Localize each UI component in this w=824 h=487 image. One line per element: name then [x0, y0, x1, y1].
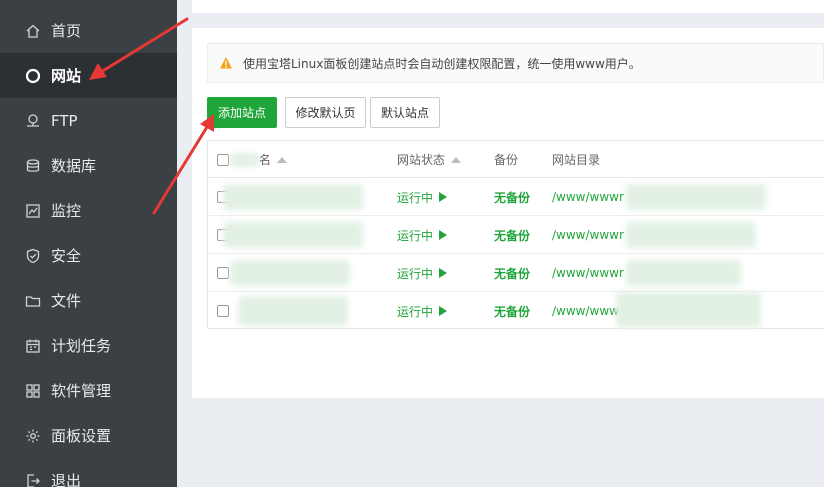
- sites-table: 名 网站状态 备份 网站目录 运行中 无备份 /www/wwwr 运行中 无备份…: [207, 140, 824, 329]
- shield-icon: [24, 247, 42, 265]
- folder-icon: [24, 292, 42, 310]
- sidebar: 首页 网站 FTP 数据库 监控 安全 文件 计划任务 软件管理 面板设置 退出: [0, 0, 177, 487]
- play-icon: [439, 230, 448, 240]
- database-icon: [24, 157, 42, 175]
- sidebar-item-security[interactable]: 安全: [0, 233, 177, 278]
- backup-link[interactable]: 无备份: [494, 292, 530, 330]
- column-name[interactable]: 名: [259, 141, 288, 178]
- sidebar-item-software[interactable]: 软件管理: [0, 368, 177, 413]
- logout-icon: [24, 472, 42, 487]
- sidebar-item-website[interactable]: 网站: [0, 53, 177, 98]
- monitor-icon: [24, 202, 42, 220]
- backup-link[interactable]: 无备份: [494, 216, 530, 254]
- table-header: 名 网站状态 备份 网站目录: [208, 141, 824, 178]
- sort-asc-icon: [277, 156, 288, 163]
- notice-bar: 使用宝塔Linux面板创建站点时会自动创建权限配置，统一使用www用户。: [207, 43, 824, 83]
- apps-icon: [24, 382, 42, 400]
- notice-text: 使用宝塔Linux面板创建站点时会自动创建权限配置，统一使用www用户。: [243, 56, 641, 71]
- sidebar-item-database[interactable]: 数据库: [0, 143, 177, 188]
- sidebar-item-label: 计划任务: [51, 337, 112, 355]
- add-site-button[interactable]: 添加站点: [207, 97, 277, 128]
- select-all-checkbox[interactable]: [217, 141, 229, 178]
- sidebar-item-home[interactable]: 首页: [0, 8, 177, 53]
- sidebar-item-label: FTP: [51, 111, 78, 130]
- sidebar-item-logout[interactable]: 退出: [0, 458, 177, 487]
- warning-icon: [220, 57, 232, 69]
- row-checkbox[interactable]: [217, 254, 229, 292]
- backup-link[interactable]: 无备份: [494, 178, 530, 216]
- play-icon: [439, 306, 448, 316]
- status-running[interactable]: 运行中: [397, 254, 448, 292]
- sort-asc-icon: [451, 156, 462, 163]
- sidebar-item-label: 数据库: [51, 157, 97, 175]
- table-row[interactable]: 运行中 无备份 /www/wwwr: [208, 254, 824, 292]
- status-running[interactable]: 运行中: [397, 216, 448, 254]
- sidebar-item-label: 网站: [51, 67, 82, 85]
- backup-link[interactable]: 无备份: [494, 254, 530, 292]
- sidebar-item-label: 软件管理: [51, 382, 112, 400]
- play-icon: [439, 192, 448, 202]
- directory-link[interactable]: /www/www: [552, 292, 619, 330]
- top-card: [192, 0, 824, 13]
- table-row[interactable]: 运行中 无备份 /www/www: [208, 292, 824, 330]
- column-directory: 网站目录: [552, 153, 601, 167]
- sidebar-item-files[interactable]: 文件: [0, 278, 177, 323]
- table-row[interactable]: 运行中 无备份 /www/wwwr: [208, 178, 824, 216]
- home-icon: [24, 22, 42, 40]
- column-backup: 备份: [494, 153, 519, 167]
- ftp-icon: [24, 112, 42, 130]
- column-status[interactable]: 网站状态: [397, 141, 462, 178]
- status-running[interactable]: 运行中: [397, 178, 448, 216]
- sidebar-item-cron[interactable]: 计划任务: [0, 323, 177, 368]
- globe-icon: [24, 67, 42, 85]
- gear-icon: [24, 427, 42, 445]
- directory-link[interactable]: /www/wwwr: [552, 216, 624, 254]
- row-checkbox[interactable]: [217, 292, 229, 330]
- status-running[interactable]: 运行中: [397, 292, 448, 330]
- default-site-button[interactable]: 默认站点: [370, 97, 440, 128]
- sidebar-item-panel-settings[interactable]: 面板设置: [0, 413, 177, 458]
- sidebar-item-label: 退出: [51, 472, 82, 487]
- sidebar-item-label: 面板设置: [51, 427, 112, 445]
- sidebar-item-label: 首页: [51, 22, 82, 40]
- sidebar-item-monitor[interactable]: 监控: [0, 188, 177, 233]
- edit-default-page-button[interactable]: 修改默认页: [285, 97, 366, 128]
- sidebar-item-label: 文件: [51, 292, 82, 310]
- sidebar-item-label: 监控: [51, 202, 82, 220]
- play-icon: [439, 268, 448, 278]
- directory-link[interactable]: /www/wwwr: [552, 178, 624, 216]
- sidebar-item-ftp[interactable]: FTP: [0, 98, 177, 143]
- directory-link[interactable]: /www/wwwr: [552, 254, 624, 292]
- sidebar-item-label: 安全: [51, 247, 82, 265]
- table-row[interactable]: 运行中 无备份 /www/wwwr: [208, 216, 824, 254]
- calendar-icon: [24, 337, 42, 355]
